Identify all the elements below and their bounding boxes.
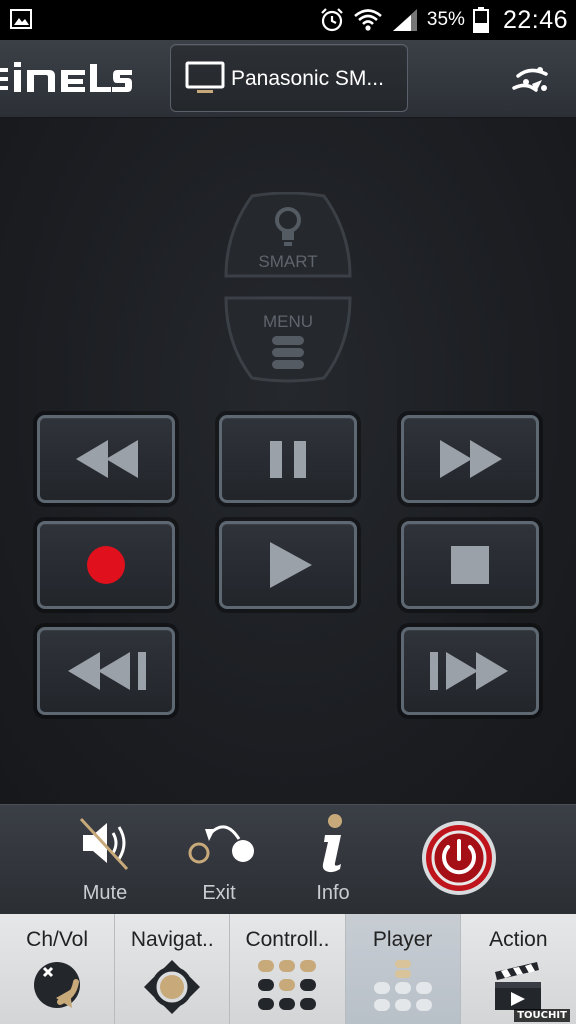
battery-percent: 35% (426, 9, 465, 30)
clock: 22:46 (502, 5, 568, 34)
smart-label: SMART (258, 252, 317, 271)
settings-icon[interactable] (506, 60, 554, 100)
tab-label: Ch/Vol (26, 928, 89, 951)
skip-back-button[interactable] (37, 627, 175, 715)
tab-ch-vol[interactable]: Ch/Vol (0, 914, 116, 1024)
battery-icon (472, 7, 489, 33)
tab-label: Action (489, 928, 548, 951)
info-button[interactable]: Info (288, 805, 378, 915)
tab-label: Controll.. (245, 928, 330, 951)
exit-button[interactable]: Exit (174, 805, 264, 915)
info-icon (322, 814, 342, 873)
skip-forward-button[interactable] (401, 627, 539, 715)
tab-navigation[interactable]: Navigat.. (115, 914, 231, 1024)
tv-icon (185, 61, 225, 93)
stop-button[interactable] (401, 521, 539, 609)
gallery-icon (10, 9, 32, 29)
alarm-icon (321, 8, 343, 32)
player-icon (373, 960, 432, 1011)
app-header: Panasonic SM... (0, 40, 576, 118)
exit-icon (188, 825, 254, 864)
pause-icon (270, 441, 306, 478)
device-name: Panasonic SM... (231, 67, 384, 90)
stop-icon (451, 546, 489, 584)
quick-action-bar: Mute Exit Info (0, 804, 576, 914)
info-label: Info (316, 882, 350, 904)
player-remote-panel: SMART MENU (0, 118, 576, 804)
play-button[interactable] (219, 521, 357, 609)
exit-label: Exit (202, 882, 236, 904)
fast-forward-button[interactable] (401, 415, 539, 503)
controller-icon (258, 960, 317, 1010)
rewind-button[interactable] (37, 415, 175, 503)
menu-icon (272, 336, 304, 369)
navigation-icon (144, 960, 201, 1014)
play-icon (270, 542, 312, 588)
tab-action[interactable]: Action TOUCHIT (460, 914, 576, 1024)
tab-label: Navigat.. (130, 928, 214, 951)
pause-button[interactable] (219, 415, 357, 503)
rewind-icon (76, 440, 138, 478)
tab-bar: Ch/Vol Navigat.. Controll.. Player Actio… (0, 914, 576, 1024)
record-icon (87, 546, 125, 584)
menu-button[interactable]: MENU (222, 294, 354, 384)
mute-button[interactable]: Mute (60, 805, 150, 915)
smart-button[interactable]: SMART (222, 192, 354, 282)
signal-icon (392, 9, 417, 31)
menu-label: MENU (263, 312, 313, 331)
mute-label: Mute (82, 882, 128, 904)
clapperboard-icon (495, 962, 542, 1010)
tab-label: Player (372, 928, 433, 951)
skip-back-icon (68, 652, 146, 690)
mute-icon (79, 817, 129, 871)
tab-player[interactable]: Player (345, 914, 461, 1024)
ch-vol-icon (34, 962, 81, 1008)
device-selector[interactable]: Panasonic SM... (170, 44, 408, 112)
fast-forward-icon (440, 440, 502, 478)
watermark: TOUCHIT (514, 1009, 570, 1022)
tab-controller[interactable]: Controll.. (230, 914, 346, 1024)
wifi-icon (354, 9, 382, 31)
inels-logo (0, 62, 132, 92)
power-button[interactable] (420, 819, 498, 897)
skip-forward-icon (430, 652, 508, 690)
status-bar: 35% 22:46 (0, 0, 576, 40)
record-button[interactable] (37, 521, 175, 609)
